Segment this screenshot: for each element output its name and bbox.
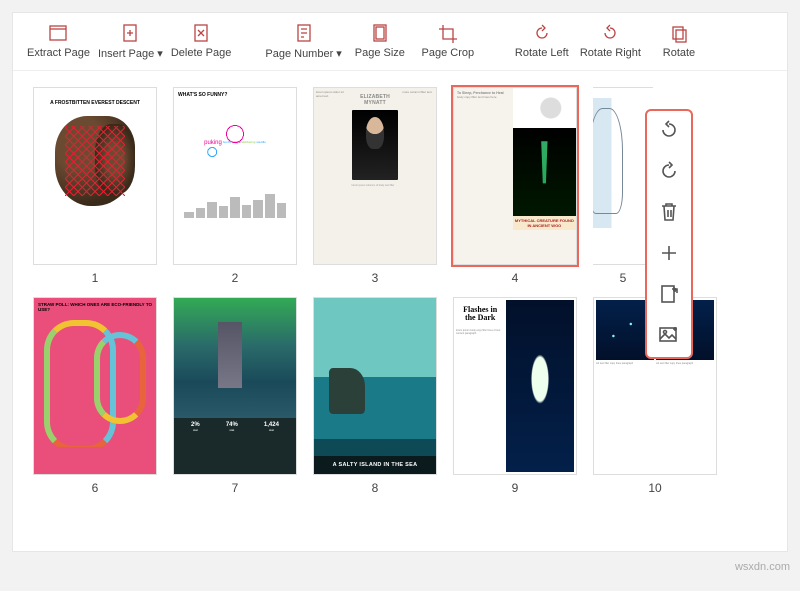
page-number-label: 9 [512, 481, 519, 495]
toolbar-label: Rotate Right [580, 47, 641, 59]
add-page-icon[interactable] [659, 283, 679, 310]
page-number-label: 3 [372, 271, 379, 285]
add-image-icon[interactable] [658, 324, 680, 349]
page-number-button[interactable]: Page Number ▾ [265, 23, 341, 60]
page-thumbnail[interactable]: A FROSTBITTEN EVEREST DESCENT 1 [33, 87, 157, 285]
rotate-left-button[interactable]: Rotate Left [512, 23, 572, 59]
page-thumbnail[interactable]: GO 5 [593, 87, 653, 285]
toolbar-label: Extract Page [27, 47, 90, 59]
delete-page-button[interactable]: Delete Page [171, 23, 232, 59]
toolbar-label: Insert Page ▾ [98, 47, 163, 60]
page-number-label: 7 [232, 481, 239, 495]
context-menu [645, 109, 693, 359]
page-thumbnail[interactable]: STRAW POLL: WHICH ONES ARE ECO-FRIENDLY … [33, 297, 157, 495]
page-number-label: 2 [232, 271, 239, 285]
trash-icon[interactable] [659, 201, 679, 228]
rotate-right-button[interactable]: Rotate Right [580, 23, 641, 59]
toolbar-label: Delete Page [171, 47, 232, 59]
page-thumbnail[interactable]: lorem ipsum dolor sit amet textELIZABETH… [313, 87, 437, 285]
toolbar-label: Page Number ▾ [265, 47, 341, 60]
page-number-label: 1 [92, 271, 99, 285]
page-number-label: 6 [92, 481, 99, 495]
rotate-ccw-icon[interactable] [658, 160, 680, 187]
page-manager-panel: Extract Page Insert Page ▾ Delete Page P… [12, 12, 788, 552]
extract-page-button[interactable]: Extract Page [27, 23, 90, 59]
toolbar-label: Page Crop [422, 47, 475, 59]
page-thumbnail[interactable]: 2%stat74%stat1,424stat 7 [173, 297, 297, 495]
toolbar-label: Rotate [663, 47, 695, 59]
toolbar-label: Page Size [355, 47, 405, 59]
page-thumbnail[interactable]: Flashes in the Darklorem ipsum body copy… [453, 297, 577, 495]
toolbar: Extract Page Insert Page ▾ Delete Page P… [13, 13, 787, 71]
page-crop-button[interactable]: Page Crop [418, 23, 478, 59]
rotate-cw-icon[interactable] [658, 119, 680, 146]
page-number-label: 5 [620, 271, 627, 285]
page-number-label: 4 [512, 271, 519, 285]
rotate-button[interactable]: Rotate [649, 23, 709, 59]
toolbar-label: Rotate Left [515, 47, 569, 59]
plus-icon[interactable] [658, 242, 680, 269]
page-thumbnail[interactable]: WHAT'S SO FUNNY?pukingboobywiggleslobber… [173, 87, 297, 285]
watermark: wsxdn.com [735, 561, 790, 573]
page-thumbnail[interactable]: A SALTY ISLAND IN THE SEA 8 [313, 297, 437, 495]
page-thumbnail[interactable]: To Sleep, Perchance to Healbody copy fil… [453, 87, 577, 285]
page-number-label: 8 [372, 481, 379, 495]
page-size-button[interactable]: Page Size [350, 23, 410, 59]
page-number-label: 10 [648, 481, 661, 495]
insert-page-button[interactable]: Insert Page ▾ [98, 23, 163, 60]
